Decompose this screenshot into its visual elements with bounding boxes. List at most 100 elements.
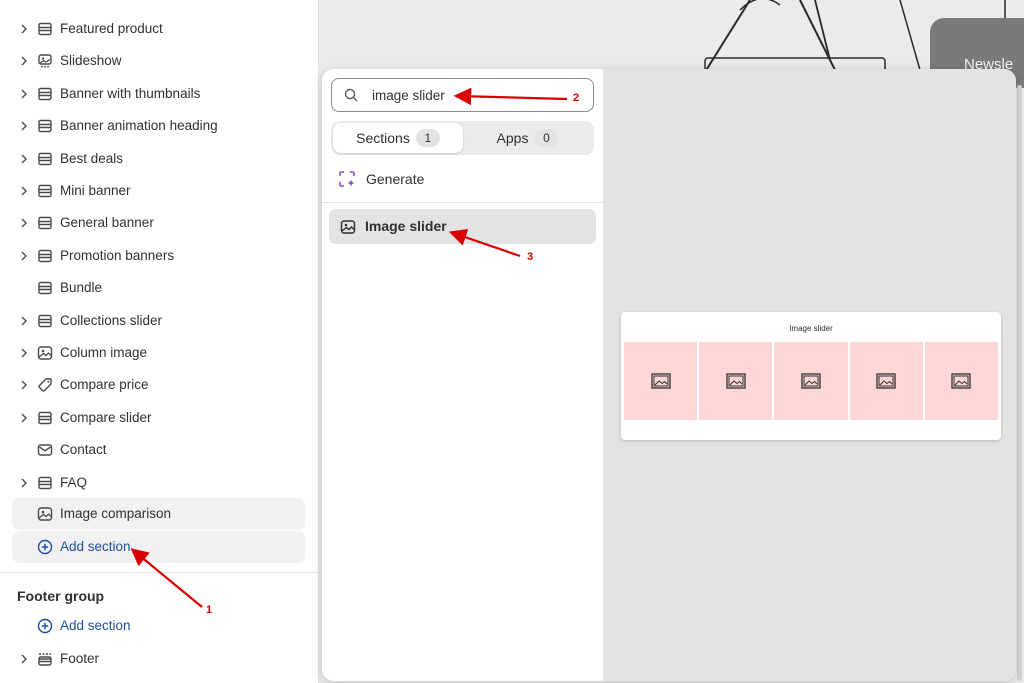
- section-icon: [38, 87, 52, 100]
- sidebar-item-column-image[interactable]: Column image: [0, 338, 318, 368]
- sidebar-item-banner-animation-heading[interactable]: Banner animation heading: [0, 111, 318, 141]
- sidebar-item-contact[interactable]: Contact: [0, 435, 318, 465]
- preview-slide: [849, 342, 923, 420]
- annotation-label-3: 3: [527, 251, 534, 263]
- sidebar-divider: [0, 572, 318, 573]
- popover-results-pane: Sections 1 Apps 0 Generate Image slider: [322, 69, 603, 681]
- sidebar-item-featured-product[interactable]: Featured product: [0, 14, 318, 44]
- sidebar-item-label: Best deals: [60, 150, 124, 166]
- section-icon: [38, 119, 52, 133]
- sidebar-item-label: Featured product: [60, 21, 163, 36]
- sidebar-item-label: Column image: [60, 345, 148, 360]
- preview-slides: [624, 342, 999, 420]
- sidebar-item-footer[interactable]: Footer: [0, 644, 318, 674]
- chevron-right-icon[interactable]: [18, 120, 30, 132]
- section-icon: [38, 411, 52, 424]
- chevron-right-icon[interactable]: [18, 55, 30, 67]
- generate-label: Generate: [366, 171, 425, 187]
- section-icon: [38, 22, 52, 36]
- count-badge: 1: [415, 129, 440, 147]
- footer-add-section-label: Add section: [60, 618, 131, 633]
- result-item-image-slider[interactable]: Image slider: [329, 209, 596, 244]
- chevron-right-icon[interactable]: [18, 315, 30, 327]
- envelope-icon: [37, 444, 53, 456]
- chevron-right-icon[interactable]: [18, 88, 30, 100]
- sidebar-item-banner-with-thumbnails[interactable]: Banner with thumbnails: [0, 79, 318, 109]
- chevron-right-icon[interactable]: [18, 653, 30, 665]
- preview-scrollbar[interactable]: [1017, 85, 1022, 681]
- pane-divider: [322, 202, 603, 203]
- sidebar-item-compare-slider[interactable]: Compare slider: [0, 403, 318, 433]
- search-input[interactable]: [372, 85, 572, 105]
- add-section-button[interactable]: Add section: [12, 531, 305, 563]
- section-icon: [38, 249, 52, 262]
- sidebar-item-label: Collections slider: [60, 312, 163, 328]
- chevron-right-icon[interactable]: [18, 477, 30, 489]
- sidebar-item-label: Banner animation heading: [60, 118, 218, 134]
- sidebar-item-label: Banner with thumbnails: [60, 85, 201, 101]
- add-section-label: Add section: [60, 539, 131, 554]
- tab-apps[interactable]: Apps 0: [463, 123, 592, 153]
- preview-slide: [624, 342, 698, 420]
- chevron-right-icon[interactable]: [18, 250, 30, 262]
- sidebar-item-label: Compare slider: [60, 409, 152, 425]
- image-icon: [37, 507, 53, 521]
- ai-generate-icon: [339, 171, 355, 187]
- sidebar-item-label: Footer: [60, 651, 100, 666]
- sidebar-item-image-comparison[interactable]: Image comparison: [12, 498, 305, 530]
- sidebar-item-collections-slider[interactable]: Collections slider: [0, 306, 318, 336]
- search-icon: [344, 88, 358, 102]
- sidebar-item-label: Promotion banners: [60, 247, 175, 263]
- preview-slide: [699, 342, 773, 420]
- sidebar-item-compare-price[interactable]: Compare price: [0, 370, 318, 400]
- section-icon: [38, 152, 52, 165]
- add-section-popover: Sections 1 Apps 0 Generate Image slider …: [322, 69, 1016, 681]
- sidebar-item-slideshow[interactable]: Slideshow: [0, 46, 318, 76]
- footer-add-section-button[interactable]: Add section: [0, 611, 318, 641]
- count-badge: 0: [534, 129, 559, 147]
- generate-button[interactable]: Generate: [338, 168, 424, 190]
- chevron-right-icon[interactable]: [18, 185, 30, 197]
- sidebar-item-general-banner[interactable]: General banner: [0, 208, 318, 238]
- image-placeholder-icon: [650, 373, 671, 389]
- footer-icon: [38, 653, 52, 666]
- sidebar-item-label: General banner: [60, 215, 154, 231]
- chevron-right-icon[interactable]: [18, 347, 30, 359]
- sidebar-item-label: FAQ: [60, 474, 88, 490]
- section-search[interactable]: [331, 78, 594, 112]
- sidebar-item-label: Bundle: [60, 280, 103, 296]
- sidebar-item-promotion-banners[interactable]: Promotion banners: [0, 241, 318, 271]
- sidebar-item-label: Image comparison: [60, 506, 172, 521]
- section-icon: [38, 476, 52, 489]
- plus-circle-icon: [37, 618, 53, 634]
- preview-title: Image slider: [789, 324, 833, 333]
- sidebar-item-label: Slideshow: [60, 53, 122, 69]
- slideshow-icon: [38, 54, 52, 69]
- chevron-right-icon[interactable]: [18, 153, 30, 165]
- sidebar-item-label: Compare price: [60, 377, 149, 393]
- chevron-right-icon[interactable]: [18, 412, 30, 424]
- section-icon: [38, 281, 52, 295]
- price-tag-icon: [38, 378, 52, 393]
- sidebar-item-best-deals[interactable]: Best deals: [0, 144, 318, 174]
- chevron-right-icon[interactable]: [18, 217, 30, 229]
- sidebar-item-mini-banner[interactable]: Mini banner: [0, 176, 318, 206]
- sidebar-item-label: Mini banner: [60, 183, 131, 198]
- result-tabs: Sections 1 Apps 0: [331, 121, 594, 155]
- image-placeholder-icon: [726, 373, 746, 389]
- plus-circle-icon: [37, 539, 53, 555]
- tab-sections[interactable]: Sections 1: [333, 123, 463, 153]
- section-preview-pane: Image slider: [603, 69, 1016, 681]
- footer-group-title: Footer group: [17, 588, 105, 604]
- sections-sidebar: Featured product Slideshow Banner with thu…: [0, 0, 319, 683]
- chevron-right-icon[interactable]: [18, 379, 30, 391]
- sidebar-item-faq[interactable]: FAQ: [0, 468, 318, 498]
- sidebar-item-bundle[interactable]: Bundle: [0, 273, 318, 303]
- annotation-label-2: 2: [573, 92, 580, 104]
- tab-label: Apps: [496, 130, 529, 146]
- sidebar-item-label: Contact: [60, 442, 107, 458]
- image-placeholder-icon: [876, 373, 896, 389]
- section-icon: [38, 314, 52, 327]
- image-placeholder-icon: [951, 373, 972, 389]
- chevron-right-icon[interactable]: [18, 23, 30, 35]
